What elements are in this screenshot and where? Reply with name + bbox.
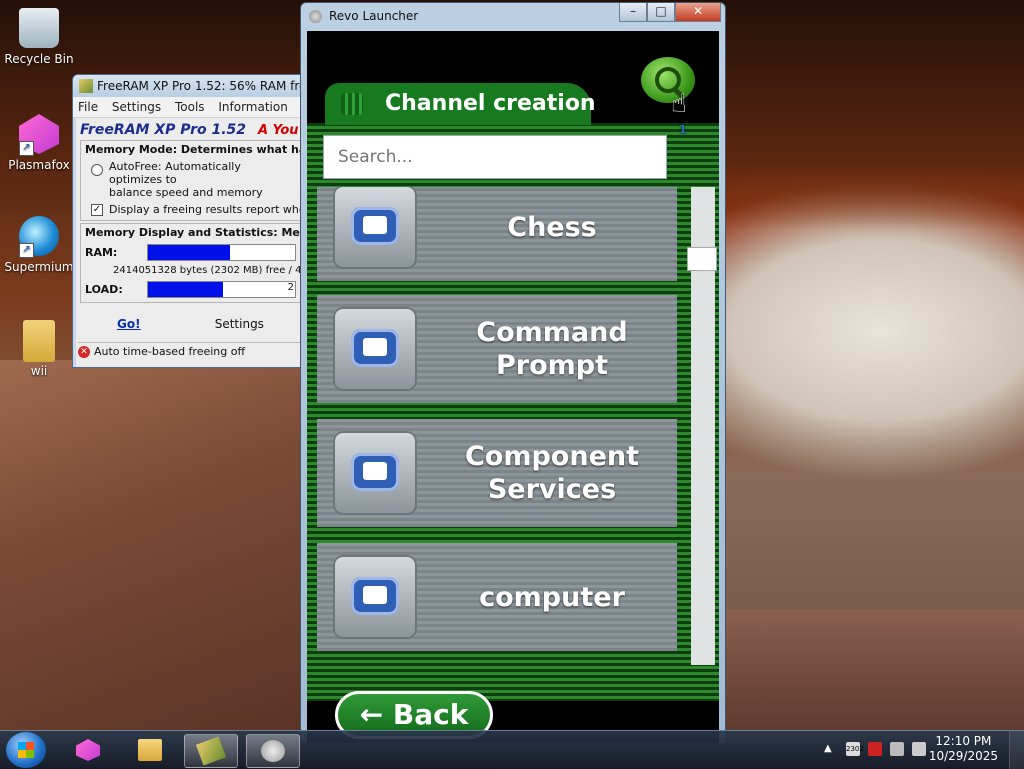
menu-information[interactable]: Information: [218, 100, 287, 114]
maximize-button[interactable]: □: [647, 3, 675, 22]
load-bar: 2: [147, 281, 296, 298]
show-desktop-button[interactable]: [1009, 731, 1024, 769]
display-report-checkbox[interactable]: ✓: [91, 204, 103, 216]
plasmafox-icon-wrap: ↗: [19, 114, 59, 156]
cursor-badge: 1: [679, 123, 687, 136]
desktop-icon-label: Recycle Bin: [4, 52, 74, 66]
recycle-bin-icon: [19, 8, 59, 48]
stats-title: Memory Display and Statistics: Memo: [85, 226, 306, 239]
wii-gamepad-icon: [333, 307, 417, 391]
close-button[interactable]: ✕: [675, 3, 721, 22]
revo-app-icon: [309, 10, 322, 23]
list-item-label: Component Services: [464, 441, 640, 505]
taskbar: ▲ 2302 12:10 PM 10/29/2025: [0, 730, 1024, 769]
revo-title: Revo Launcher: [329, 9, 419, 23]
list-item-computer[interactable]: computer: [317, 543, 677, 651]
freeram-window[interactable]: FreeRAM XP Pro 1.52: 56% RAM free File S…: [72, 74, 306, 368]
system-tray: ▲ 2302 12:10 PM 10/29/2025: [814, 731, 1024, 769]
show-hidden-icons-icon[interactable]: ▲: [824, 743, 832, 754]
wii-icon-wrap: [19, 320, 59, 362]
taskbar-revo[interactable]: [246, 734, 300, 768]
go-button[interactable]: Go!: [117, 317, 141, 331]
stats-group: Memory Display and Statistics: Memo RAM:…: [80, 223, 306, 303]
memory-mode-group: Memory Mode: Determines what happ AutoFr…: [80, 140, 306, 221]
hand-cursor-icon: ☝ 1: [671, 91, 691, 136]
wii-gamepad-icon: [333, 187, 417, 269]
wii-gamepad-icon: [333, 555, 417, 639]
volume-muted-icon[interactable]: [912, 742, 926, 756]
memory-mode-title: Memory Mode: Determines what happ: [85, 143, 306, 156]
autofree-label: AutoFree: Automatically optimizes to bal…: [109, 160, 263, 199]
network-icon[interactable]: [890, 742, 904, 756]
ram-bar: 5: [147, 244, 296, 261]
list-item-label: Command Prompt: [476, 317, 628, 381]
plasmafox-icon: [76, 739, 100, 761]
load-bar-fill: [148, 282, 223, 297]
settings-button[interactable]: Settings: [215, 317, 264, 331]
desktop-icon-label: wii: [30, 364, 48, 378]
revo-titlebar[interactable]: Revo Launcher – □ ✕: [301, 3, 725, 29]
tab-title: Channel creation: [385, 91, 596, 116]
scrollbar-thumb[interactable]: [687, 247, 717, 271]
freeram-brand: FreeRAM XP Pro 1.52 A You: [80, 122, 299, 138]
menu-file[interactable]: File: [78, 100, 98, 114]
freeram-app-icon: [79, 79, 93, 93]
clock[interactable]: 12:10 PM 10/29/2025: [929, 734, 998, 764]
taskbar-plasmafox[interactable]: [62, 734, 114, 766]
ram-bar-fill: [148, 245, 231, 260]
revo-app-icon: [261, 740, 285, 762]
freeram-titlebar[interactable]: FreeRAM XP Pro 1.52: 56% RAM free: [73, 75, 305, 97]
revo-client: Channel creation ☝1 Chess Command Prompt…: [307, 31, 719, 743]
list-item-component-services[interactable]: Component Services: [317, 419, 677, 527]
shortcut-arrow-icon: ↗: [19, 141, 34, 156]
ram-label: RAM:: [85, 246, 118, 259]
shortcut-arrow-icon: ↗: [19, 243, 34, 258]
display-report-label: Display a freeing results report when do…: [109, 203, 305, 216]
autofree-radio[interactable]: [91, 164, 103, 176]
load-label: LOAD:: [85, 283, 123, 296]
freeram-brand-tag: A You: [258, 123, 299, 138]
menu-settings[interactable]: Settings: [112, 100, 161, 114]
desktop-icon-recycle-bin[interactable]: Recycle Bin: [2, 8, 76, 66]
folder-icon: [23, 320, 55, 362]
clock-time: 12:10 PM: [935, 734, 992, 748]
ram-bytes: 2414051328 bytes (2302 MB) free / 429: [113, 265, 306, 276]
folder-icon: [138, 739, 162, 761]
revo-launcher-window[interactable]: Revo Launcher – □ ✕ Channel creation ☝ 1 …: [300, 2, 726, 744]
tray-freeram-icon[interactable]: 2302: [846, 742, 864, 756]
wallpaper-rock-left: [0, 360, 310, 730]
desktop-icon-supermium[interactable]: ↗ Supermium: [2, 216, 76, 274]
taskbar-explorer[interactable]: [124, 734, 176, 766]
list-item-chess[interactable]: Chess: [317, 187, 677, 281]
menu-tools[interactable]: Tools: [175, 100, 205, 114]
desktop-icon-plasmafox[interactable]: ↗ Plasmafox: [2, 114, 76, 172]
start-button[interactable]: [6, 732, 46, 768]
taskbar-freeram[interactable]: [184, 734, 238, 768]
channel-list: Chess Command Prompt Component Services …: [317, 187, 679, 667]
freeram-menubar: File Settings Tools Information N: [73, 97, 305, 118]
load-value: 2: [287, 282, 294, 293]
wallpaper-rock-right: [725, 610, 1024, 730]
minimize-button[interactable]: –: [619, 3, 647, 22]
error-icon: ✕: [78, 346, 90, 358]
status-text: Auto time-based freeing off: [94, 345, 246, 358]
freeram-body: FreeRAM XP Pro 1.52 A You Memory Mode: De…: [76, 118, 305, 367]
list-item-label: Chess: [507, 211, 597, 243]
list-item-command-prompt[interactable]: Command Prompt: [317, 295, 677, 403]
channel-creation-tab: Channel creation: [325, 83, 596, 125]
freeram-title: FreeRAM XP Pro 1.52: 56% RAM free: [97, 79, 306, 93]
clock-date: 10/29/2025: [928, 749, 998, 763]
list-item-label: computer: [479, 581, 625, 613]
ram-value: 5: [287, 245, 294, 256]
desktop-icon-label: Plasmafox: [8, 158, 70, 172]
freeram-app-icon: [195, 736, 227, 766]
supermium-icon-wrap: ↗: [19, 216, 59, 258]
tray-alert-icon[interactable]: [868, 742, 882, 756]
desktop-icon-label: Supermium: [4, 260, 74, 274]
search-input[interactable]: [323, 135, 667, 179]
grid-icon: [341, 93, 363, 115]
status-bar: ✕ Auto time-based freeing off: [78, 342, 303, 361]
desktop-icon-wii[interactable]: wii: [2, 320, 76, 378]
wii-gamepad-icon: [333, 431, 417, 515]
